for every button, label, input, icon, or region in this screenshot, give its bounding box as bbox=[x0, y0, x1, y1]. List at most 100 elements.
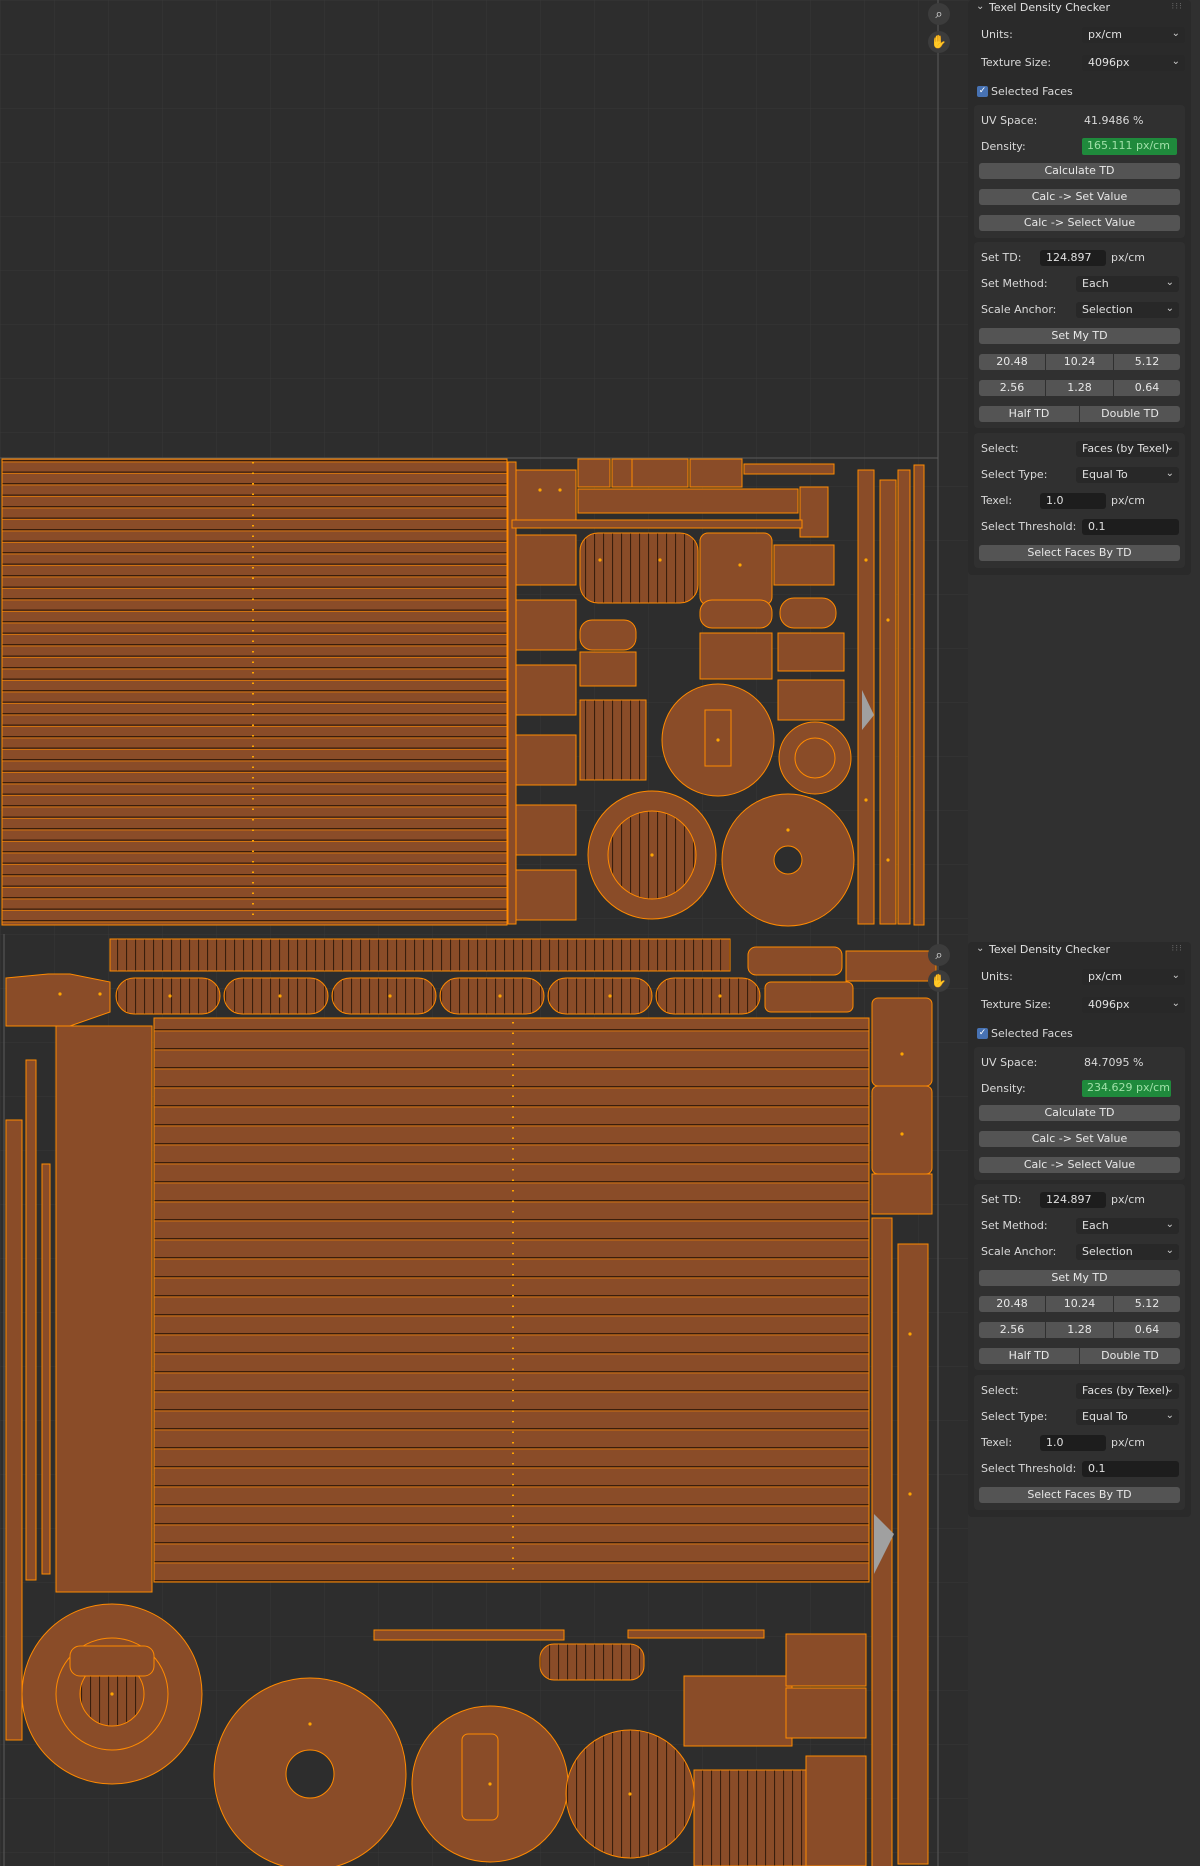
selected-faces-label: Selected Faces bbox=[991, 1027, 1073, 1040]
set-method-label: Set Method: bbox=[981, 277, 1048, 290]
set-my-td-button[interactable]: Set My TD bbox=[979, 328, 1180, 344]
set-method-dropdown[interactable]: Each ⌄ bbox=[1076, 1218, 1179, 1234]
uv-editor-bottom[interactable]: ⌕ ✋ bbox=[0, 934, 968, 1866]
zoom-icon[interactable]: ⌕ bbox=[928, 3, 950, 25]
texture-size-dropdown[interactable]: 4096px ⌄ bbox=[1082, 997, 1185, 1013]
calculate-td-button[interactable]: Calculate TD bbox=[979, 1105, 1180, 1121]
units-label: Units: bbox=[981, 970, 1013, 983]
uv-space-value: 41.9486 % bbox=[1084, 114, 1144, 127]
select-type-dropdown[interactable]: Equal To ⌄ bbox=[1076, 467, 1179, 483]
uv-canvas-top[interactable] bbox=[0, 0, 968, 934]
set-td-label: Set TD: bbox=[981, 1193, 1022, 1206]
drag-grip-icon[interactable]: ⁝⁝⁝ bbox=[1171, 2, 1183, 12]
preset-10-24-button[interactable]: 10.24 bbox=[1046, 1296, 1113, 1312]
select-threshold-input[interactable]: 0.1 bbox=[1082, 1461, 1179, 1477]
select-faces-by-td-button[interactable]: Select Faces By TD bbox=[979, 1487, 1180, 1503]
set-td-unit: px/cm bbox=[1111, 251, 1145, 264]
scale-anchor-label: Scale Anchor: bbox=[981, 1245, 1057, 1258]
chevron-down-icon: ⌄ bbox=[1165, 1384, 1174, 1395]
density-value: 165.111 px/cm bbox=[1082, 138, 1177, 155]
set-td-box: Set TD: 124.897 px/cm Set Method: Each ⌄ … bbox=[974, 1184, 1185, 1370]
scale-anchor-label: Scale Anchor: bbox=[981, 303, 1057, 316]
select-label: Select: bbox=[981, 1384, 1019, 1397]
panel-title: Texel Density Checker bbox=[989, 1, 1110, 14]
preset-5-12-button[interactable]: 5.12 bbox=[1114, 1296, 1180, 1312]
selected-faces-checkbox[interactable]: ✓ bbox=[977, 86, 988, 97]
select-type-dropdown[interactable]: Equal To ⌄ bbox=[1076, 1409, 1179, 1425]
half-td-button[interactable]: Half TD bbox=[979, 406, 1079, 422]
density-label: Density: bbox=[981, 1082, 1026, 1095]
texture-size-label: Texture Size: bbox=[981, 998, 1052, 1011]
td-info-box: UV Space: 84.7095 % Density: 234.629 px/… bbox=[974, 1047, 1185, 1180]
chevron-down-icon[interactable]: ⌄ bbox=[976, 1, 984, 12]
uv-canvas-bottom[interactable] bbox=[0, 934, 968, 1866]
units-label: Units: bbox=[981, 28, 1013, 41]
chevron-down-icon: ⌄ bbox=[1171, 56, 1180, 67]
preset-5-12-button[interactable]: 5.12 bbox=[1114, 354, 1180, 370]
texel-label: Texel: bbox=[981, 1436, 1013, 1449]
calc-select-value-button[interactable]: Calc -> Select Value bbox=[979, 215, 1180, 231]
texel-unit: px/cm bbox=[1111, 494, 1145, 507]
uv-space-label: UV Space: bbox=[981, 1056, 1038, 1069]
half-td-button[interactable]: Half TD bbox=[979, 1348, 1079, 1364]
units-dropdown[interactable]: px/cm ⌄ bbox=[1082, 27, 1185, 43]
calculate-td-button[interactable]: Calculate TD bbox=[979, 163, 1180, 179]
preset-2-56-button[interactable]: 2.56 bbox=[979, 1322, 1045, 1338]
td-info-box: UV Space: 41.9486 % Density: 165.111 px/… bbox=[974, 105, 1185, 238]
drag-grip-icon[interactable]: ⁝⁝⁝ bbox=[1171, 944, 1183, 954]
double-td-button[interactable]: Double TD bbox=[1080, 406, 1180, 422]
density-value: 234.629 px/cm bbox=[1082, 1080, 1171, 1097]
preset-0-64-button[interactable]: 0.64 bbox=[1114, 380, 1180, 396]
preset-1-28-button[interactable]: 1.28 bbox=[1046, 1322, 1113, 1338]
preset-1-28-button[interactable]: 1.28 bbox=[1046, 380, 1113, 396]
selected-faces-label: Selected Faces bbox=[991, 85, 1073, 98]
select-threshold-label: Select Threshold: bbox=[981, 1462, 1077, 1475]
scale-anchor-dropdown[interactable]: Selection ⌄ bbox=[1076, 302, 1179, 318]
select-dropdown[interactable]: Faces (by Texel) ⌄ bbox=[1076, 1383, 1179, 1399]
preset-20-48-button[interactable]: 20.48 bbox=[979, 354, 1045, 370]
texture-size-dropdown[interactable]: 4096px ⌄ bbox=[1082, 55, 1185, 71]
uv-space-value: 84.7095 % bbox=[1084, 1056, 1144, 1069]
select-box: Select: Faces (by Texel) ⌄ Select Type: E… bbox=[974, 433, 1185, 568]
preset-20-48-button[interactable]: 20.48 bbox=[979, 1296, 1045, 1312]
panel-header[interactable]: ⌄ Texel Density Checker ⁝⁝⁝ bbox=[968, 942, 1191, 958]
preset-2-56-button[interactable]: 2.56 bbox=[979, 380, 1045, 396]
chevron-down-icon: ⌄ bbox=[1165, 468, 1174, 479]
texel-unit: px/cm bbox=[1111, 1436, 1145, 1449]
select-threshold-input[interactable]: 0.1 bbox=[1082, 519, 1179, 535]
uv-editor-top[interactable]: ⌕ ✋ bbox=[0, 0, 968, 934]
chevron-down-icon: ⌄ bbox=[1171, 28, 1180, 39]
texel-input[interactable]: 1.0 bbox=[1040, 493, 1106, 509]
units-dropdown[interactable]: px/cm ⌄ bbox=[1082, 969, 1185, 985]
select-faces-by-td-button[interactable]: Select Faces By TD bbox=[979, 545, 1180, 561]
set-td-box: Set TD: 124.897 px/cm Set Method: Each ⌄ … bbox=[974, 242, 1185, 428]
texel-label: Texel: bbox=[981, 494, 1013, 507]
set-method-label: Set Method: bbox=[981, 1219, 1048, 1232]
density-label: Density: bbox=[981, 140, 1026, 153]
set-method-dropdown[interactable]: Each ⌄ bbox=[1076, 276, 1179, 292]
set-td-input[interactable]: 124.897 bbox=[1040, 1192, 1106, 1208]
hand-pan-icon[interactable]: ✋ bbox=[928, 970, 950, 992]
chevron-down-icon: ⌄ bbox=[1165, 1410, 1174, 1421]
selected-faces-checkbox[interactable]: ✓ bbox=[977, 1028, 988, 1039]
scale-anchor-dropdown[interactable]: Selection ⌄ bbox=[1076, 1244, 1179, 1260]
set-td-unit: px/cm bbox=[1111, 1193, 1145, 1206]
chevron-down-icon: ⌄ bbox=[1171, 970, 1180, 981]
select-dropdown[interactable]: Faces (by Texel) ⌄ bbox=[1076, 441, 1179, 457]
calc-set-value-button[interactable]: Calc -> Set Value bbox=[979, 189, 1180, 205]
set-td-label: Set TD: bbox=[981, 251, 1022, 264]
double-td-button[interactable]: Double TD bbox=[1080, 1348, 1180, 1364]
chevron-down-icon: ⌄ bbox=[1171, 998, 1180, 1009]
calc-select-value-button[interactable]: Calc -> Select Value bbox=[979, 1157, 1180, 1173]
set-td-input[interactable]: 124.897 bbox=[1040, 250, 1106, 266]
zoom-icon[interactable]: ⌕ bbox=[928, 944, 950, 966]
preset-0-64-button[interactable]: 0.64 bbox=[1114, 1322, 1180, 1338]
chevron-down-icon[interactable]: ⌄ bbox=[976, 943, 984, 954]
panel-header[interactable]: ⌄ Texel Density Checker ⁝⁝⁝ bbox=[968, 0, 1191, 16]
preset-10-24-button[interactable]: 10.24 bbox=[1046, 354, 1113, 370]
calc-set-value-button[interactable]: Calc -> Set Value bbox=[979, 1131, 1180, 1147]
hand-pan-icon[interactable]: ✋ bbox=[928, 31, 950, 53]
select-box: Select: Faces (by Texel) ⌄ Select Type: E… bbox=[974, 1375, 1185, 1510]
texel-input[interactable]: 1.0 bbox=[1040, 1435, 1106, 1451]
set-my-td-button[interactable]: Set My TD bbox=[979, 1270, 1180, 1286]
